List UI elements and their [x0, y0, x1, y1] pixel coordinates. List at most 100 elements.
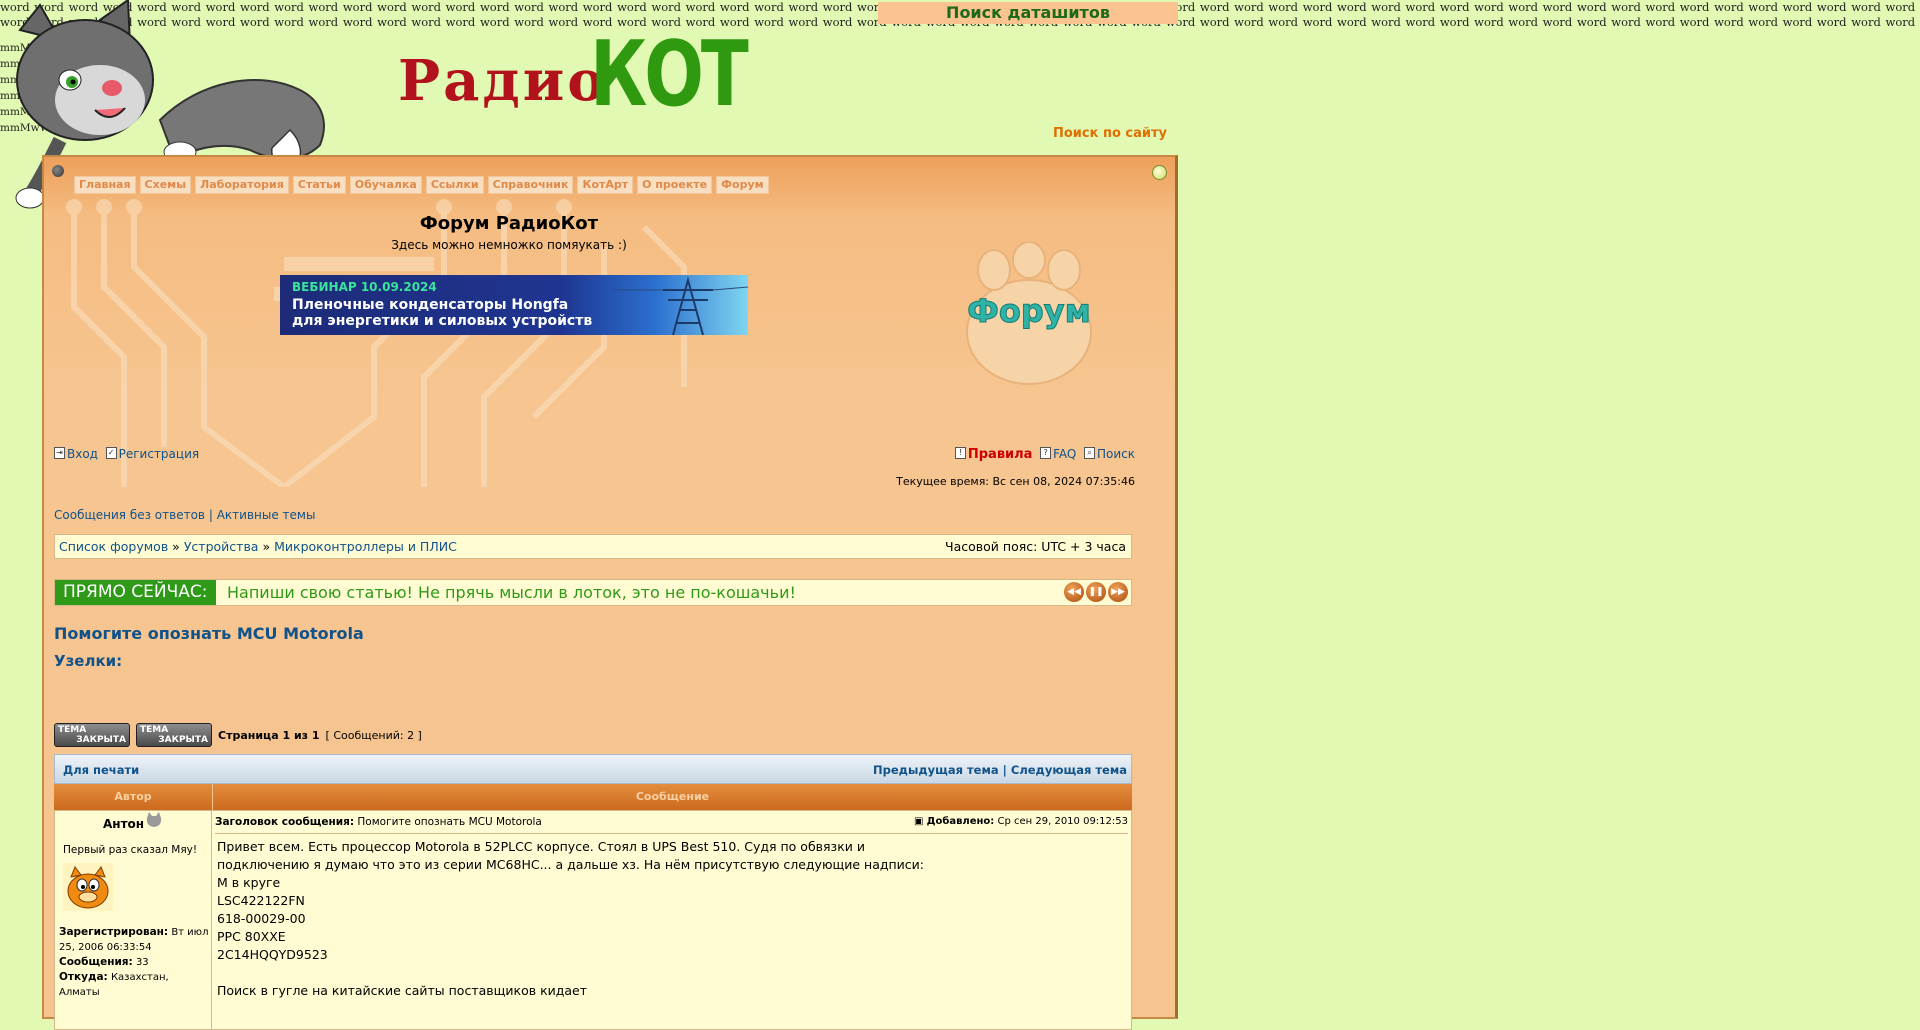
- post-line: 618-00029-00: [217, 911, 306, 926]
- added-label: Добавлено:: [926, 816, 995, 827]
- user-links-right: ! Правила ? FAQ ⌕ Поиск: [954, 447, 1135, 462]
- prev-topic-link[interactable]: Предыдущая тема: [873, 763, 999, 777]
- nav-item-home[interactable]: Главная: [74, 176, 136, 194]
- webinar-banner[interactable]: ВЕБИНАР 10.09.2024 Пленочные конденсатор…: [280, 275, 748, 335]
- panel-corner-dot-icon: [1152, 165, 1167, 180]
- topic-title[interactable]: Помогите опознать MCU Motorola: [54, 624, 364, 643]
- breadcrumb: Список форумов » Устройства » Микроконтр…: [54, 534, 1132, 559]
- author-meta: Зарегистрирован: Вт июл 25, 2006 06:33:5…: [59, 925, 211, 1000]
- nav-item-learning[interactable]: Обучалка: [349, 176, 422, 194]
- subject-value: Помогите опознать MCU Motorola: [357, 816, 542, 828]
- datasheet-search-button[interactable]: Поиск даташитов: [878, 2, 1178, 24]
- search-link[interactable]: Поиск: [1097, 447, 1135, 461]
- breadcrumb-item-forum-list[interactable]: Список форумов: [59, 539, 168, 554]
- banner-date: ВЕБИНАР 10.09.2024: [292, 280, 437, 294]
- post-divider: [215, 833, 1128, 834]
- login-icon: ⇥: [54, 447, 65, 459]
- post-row: Антон Первый раз сказал Мяу! Зарегистрир…: [54, 810, 1132, 1030]
- author-column-header: Автор: [54, 784, 213, 810]
- breadcrumb-item-mcu[interactable]: Микроконтроллеры и ПЛИС: [274, 539, 457, 554]
- register-link[interactable]: Регистрация: [119, 447, 199, 461]
- ticker-controls: ◀◀ ❚❚ ▶▶: [1064, 582, 1128, 602]
- forum-paw-logo-icon: Форум: [966, 242, 1092, 385]
- login-link[interactable]: Вход: [67, 447, 98, 461]
- rules-link[interactable]: Правила: [968, 447, 1033, 462]
- forum-logo-text: Форум: [967, 292, 1091, 330]
- topic-toolbar: Для печати Предыдущая тема | Следующая т…: [54, 754, 1132, 784]
- live-ticker: ПРЯМО СЕЙЧАС: Напиши свою статью! Не пря…: [54, 579, 1132, 606]
- radiokot-logo[interactable]: Радио КОТ: [398, 30, 749, 125]
- post-body-cell: Заголовок сообщения: Помогите опознать M…: [212, 810, 1132, 1030]
- site-search-link[interactable]: Поиск по сайту: [1053, 126, 1167, 141]
- banner-line-2: для энергетики и силовых устройств: [292, 313, 593, 329]
- breadcrumb-sep: »: [262, 539, 271, 554]
- nav-item-kotart[interactable]: КотАрт: [577, 176, 634, 194]
- posts-table-header: Автор Сообщение: [54, 784, 1132, 810]
- print-link[interactable]: Для печати: [63, 763, 139, 777]
- live-message[interactable]: Напиши свою статью! Не прячь мысли в лот…: [227, 580, 796, 605]
- forward-icon[interactable]: ▶▶: [1108, 582, 1128, 602]
- rules-icon: !: [954, 447, 966, 459]
- message-column-header: Сообщение: [635, 790, 710, 803]
- from-label: Откуда:: [59, 971, 108, 983]
- post-line: LSC422122FN: [217, 893, 305, 908]
- subject-label: Заголовок сообщения:: [215, 816, 355, 828]
- post-line: [217, 964, 924, 982]
- forum-panel: Главная Схемы Лаборатория Статьи Обучалк…: [42, 155, 1178, 1030]
- post-line: Привет всем. Есть процессор Motorola в 5…: [217, 839, 865, 854]
- rewind-icon[interactable]: ◀◀: [1064, 582, 1084, 602]
- unanswered-link[interactable]: Сообщения без ответов: [54, 508, 205, 522]
- register-icon: ✓: [105, 447, 117, 459]
- avatar: [63, 863, 113, 911]
- post-link-icon[interactable]: ▣: [914, 816, 923, 827]
- power-tower-icon: [613, 276, 748, 335]
- topic-locked-button[interactable]: ТЕМА ЗАКРЫТА: [136, 723, 212, 747]
- live-tag: ПРЯМО СЕЙЧАС:: [55, 580, 216, 605]
- messages-value: 33: [135, 957, 149, 968]
- messages-label: Сообщения:: [59, 956, 133, 968]
- main-nav: Главная Схемы Лаборатория Статьи Обучалк…: [74, 176, 769, 194]
- nav-item-schemes[interactable]: Схемы: [139, 176, 192, 194]
- author-rank: Первый раз сказал Мяу!: [63, 844, 198, 856]
- message-count: [ Сообщений: 2 ]: [325, 728, 422, 742]
- quick-links: Сообщения без ответов | Активные темы: [54, 508, 315, 522]
- user-links-left: ⇥ Вход ✓ Регистрация: [54, 447, 199, 461]
- next-topic-link[interactable]: Следующая тема: [1011, 763, 1127, 777]
- banner-line-1: Пленочные конденсаторы Hongfa: [292, 297, 569, 313]
- nav-item-about[interactable]: О проекте: [637, 176, 713, 194]
- post-subject: Заголовок сообщения: Помогите опознать M…: [215, 816, 542, 828]
- nav-item-forum[interactable]: Форум: [716, 176, 769, 194]
- post-text: Привет всем. Есть процессор Motorola в 5…: [217, 838, 924, 1000]
- logo-text-radio: Радио: [398, 48, 608, 114]
- forum-subtitle: Здесь можно немножко помяукать :): [391, 238, 627, 252]
- active-topics-link[interactable]: Активные темы: [217, 508, 316, 522]
- current-time: Текущее время: Вс сен 08, 2024 07:35:46: [896, 475, 1135, 488]
- timezone-label: Часовой пояс: UTC + 3 часа: [945, 539, 1126, 554]
- nav-item-articles[interactable]: Статьи: [292, 176, 346, 194]
- topic-nav-sep: |: [1002, 763, 1007, 777]
- nav-item-reference[interactable]: Справочник: [487, 176, 574, 194]
- post-line: 2C14HQQYD9523: [217, 947, 328, 962]
- uzelki-label: Узелки:: [54, 652, 123, 670]
- search-icon: ⌕: [1083, 447, 1095, 459]
- topic-actions: ТЕМА ЗАКРЫТА ТЕМА ЗАКРЫТА Страница 1 из …: [54, 723, 422, 747]
- quick-links-sep: |: [208, 508, 213, 522]
- nav-item-links[interactable]: Ссылки: [425, 176, 484, 194]
- page-count: Страница 1 из 1: [218, 728, 320, 742]
- added-value: Ср сен 29, 2010 09:12:53: [997, 816, 1129, 827]
- forum-title: Форум РадиоКот: [419, 213, 599, 234]
- topic-nav: Предыдущая тема | Следующая тема: [873, 763, 1127, 777]
- breadcrumb-item-devices[interactable]: Устройства: [184, 539, 259, 554]
- faq-link[interactable]: FAQ: [1053, 447, 1076, 461]
- post-line: Поиск в гугле на китайские сайты поставщ…: [217, 983, 588, 998]
- topic-locked-button[interactable]: ТЕМА ЗАКРЫТА: [54, 723, 130, 747]
- locked-line-2: ЗАКРЫТА: [76, 735, 126, 745]
- post-line: PPC 80XXE: [217, 929, 286, 944]
- offline-cat-icon: [146, 812, 162, 827]
- locked-line-1: ТЕМА: [58, 725, 87, 735]
- post-line: подключению я думаю что это из серии MC6…: [217, 857, 925, 872]
- pause-icon[interactable]: ❚❚: [1086, 582, 1106, 602]
- post-author-cell: Антон Первый раз сказал Мяу! Зарегистрир…: [54, 810, 212, 1030]
- nav-item-lab[interactable]: Лаборатория: [195, 176, 289, 194]
- author-name[interactable]: Антон: [103, 817, 144, 831]
